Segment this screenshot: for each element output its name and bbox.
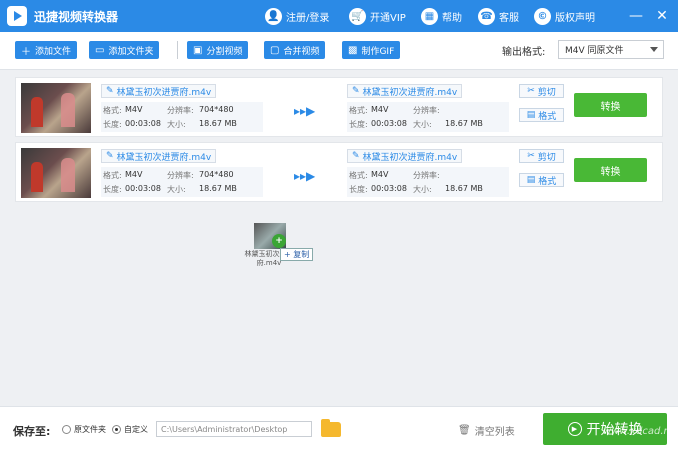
footer-bar: 保存至: 原文件夹 自定义 🗑 清空列表 ▶ 开始转换 [0,406,678,450]
title-bar: 迅捷视频转换器 👤 注册/登录 🛒 开通VIP ▦ 帮助 ☎ 客服 © 版权声明… [0,0,678,32]
split-icon: ▣ [193,44,203,56]
add-folder-button[interactable]: ▭ 添加文件夹 [89,41,160,59]
file-item: ✎ 林黛玉初次进贾府.m4v 格式: M4V 分辨率: 704*480 长度: … [15,77,663,137]
vip-button[interactable]: 🛒 开通VIP [349,7,406,25]
edit-icon: ✎ [106,151,114,161]
source-info: 格式: M4V 分辨率: 704*480 长度: 00:03:08 大小: 18… [101,102,263,132]
add-file-button[interactable]: ＋ 添加文件 [15,41,78,59]
copyright-button[interactable]: © 版权声明 [534,7,595,25]
radio-source-folder[interactable]: 原文件夹 [62,424,106,435]
copyright-icon: © [534,7,551,25]
chevron-down-icon [650,47,658,52]
copy-badge-icon: + [272,234,286,248]
output-format-select[interactable]: M4V 同原文件 [558,40,664,59]
file-item: ✎ 林黛玉初次进贾府.m4v 格式: M4V 分辨率: 704*480 长度: … [15,142,663,202]
arrow-right-icon: ▸▸▶ [294,104,316,118]
watermark: www.xdcad.net [603,426,678,437]
headset-icon: ☎ [478,7,495,25]
toolbar: ＋ 添加文件 ▭ 添加文件夹 ▣ 分割视频 ▢ 合并视频 ▩ 制作GIF 输出格… [0,32,678,70]
help-button[interactable]: ▦ 帮助 [421,7,462,25]
radio-custom[interactable]: 自定义 [112,424,148,435]
service-button[interactable]: ☎ 客服 [478,7,519,25]
play-icon: ▶ [567,422,582,436]
scissors-icon: ✂ [527,86,535,96]
save-to-label: 保存至: [13,425,51,438]
target-filename[interactable]: ✎ 林黛玉初次进贾府.m4v [347,84,463,98]
trash-icon: 🗑 [458,425,471,436]
grid-icon: ▦ [421,7,438,25]
convert-button[interactable]: 转换 [574,158,647,182]
make-gif-button[interactable]: ▩ 制作GIF [342,41,401,59]
cut-button[interactable]: ✂ 剪切 [519,84,564,98]
format-button[interactable]: ▤ 格式 [519,108,564,122]
radio-selected-icon [112,425,121,434]
save-path-input[interactable] [156,421,312,437]
plus-icon: ＋ [21,46,31,58]
app-logo-icon [7,6,27,26]
cart-icon: 🛒 [349,7,366,25]
split-video-button[interactable]: ▣ 分割视频 [187,41,249,59]
edit-icon: ✎ [352,86,360,96]
document-icon: ▤ [526,175,536,185]
user-icon: 👤 [265,7,282,25]
clear-list-button[interactable]: 🗑 清空列表 [458,423,515,438]
folder-icon[interactable] [321,419,341,437]
cut-button[interactable]: ✂ 剪切 [519,149,564,163]
merge-icon: ▢ [270,44,280,56]
video-thumbnail [21,148,91,198]
document-icon: ▤ [526,110,536,120]
edit-icon: ✎ [352,151,360,161]
merge-video-button[interactable]: ▢ 合并视频 [264,41,326,59]
arrow-right-icon: ▸▸▶ [294,169,316,183]
app-title: 迅捷视频转换器 [34,10,119,24]
minimize-button[interactable]: — [626,6,646,26]
source-info: 格式: M4V 分辨率: 704*480 长度: 00:03:08 大小: 18… [101,167,263,197]
output-format-label: 输出格式: [502,47,546,58]
convert-button[interactable]: 转换 [574,93,647,117]
login-button[interactable]: 👤 注册/登录 [265,7,329,25]
scissors-icon: ✂ [527,151,535,161]
target-info: 格式: M4V 分辨率: 长度: 00:03:08 大小: 18.67 MB [347,102,509,132]
gif-icon: ▩ [348,44,358,56]
folder-icon: ▭ [95,44,105,56]
target-filename[interactable]: ✎ 林黛玉初次进贾府.m4v [347,149,463,163]
close-button[interactable]: ✕ [652,6,672,26]
radio-icon [62,425,71,434]
toolbar-divider [177,41,178,59]
format-button[interactable]: ▤ 格式 [519,173,564,187]
copy-tooltip: + 复制 [280,248,314,261]
target-info: 格式: M4V 分辨率: 长度: 00:03:08 大小: 18.67 MB [347,167,509,197]
video-thumbnail [21,83,91,133]
source-filename[interactable]: ✎ 林黛玉初次进贾府.m4v [101,84,217,98]
source-filename[interactable]: ✎ 林黛玉初次进贾府.m4v [101,149,217,163]
edit-icon: ✎ [106,86,114,96]
